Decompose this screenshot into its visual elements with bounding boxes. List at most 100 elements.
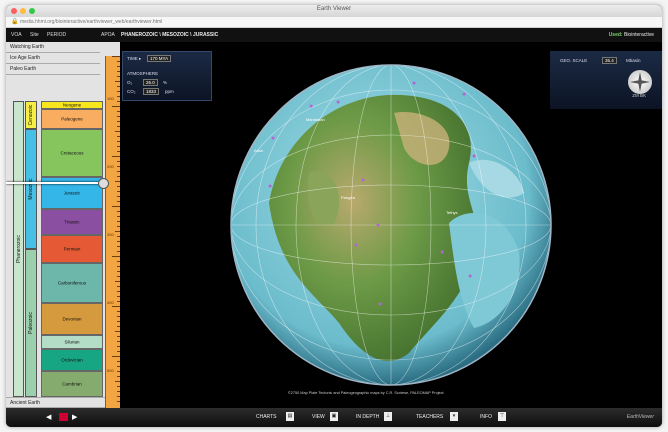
eon-label: Phanerozoic	[15, 235, 22, 263]
ruler-tick	[117, 166, 120, 167]
menu-item-voa[interactable]: VOA	[11, 32, 22, 38]
info-icon[interactable]: ⊤	[498, 412, 506, 421]
fossil-marker-icon[interactable]: ●	[378, 301, 382, 308]
ruler-tick	[115, 231, 120, 232]
ruler-tick	[112, 106, 120, 107]
era-cenozoic[interactable]: Cenozoic	[25, 101, 37, 129]
fossil-marker-icon[interactable]: ●	[472, 153, 476, 160]
ruler-tick	[115, 181, 120, 182]
url-text[interactable]: media.hhmi.org/biointeractive/earthviewe…	[20, 19, 162, 25]
prev-arrow-icon[interactable]: ◀	[46, 413, 51, 421]
menu-item-period[interactable]: PERIOD	[47, 32, 66, 38]
fossil-marker-icon[interactable]: ●	[354, 242, 358, 249]
fossil-marker-icon[interactable]: ●	[309, 103, 313, 110]
ruler-tick	[117, 246, 120, 247]
paleo-globe[interactable]	[219, 53, 563, 397]
time-value[interactable]: 170 MYA	[147, 55, 172, 62]
menu-item-apoa[interactable]: APOA	[101, 32, 115, 38]
period-devonian[interactable]: Devonian	[41, 303, 103, 335]
compass-rose-icon[interactable]	[628, 70, 652, 94]
ruler-tick	[117, 126, 120, 127]
teachers-button[interactable]: TEACHERS	[416, 414, 443, 420]
period-paleogene[interactable]: Paleogene	[41, 109, 103, 129]
ruler-tick	[117, 401, 120, 402]
period-ordovician[interactable]: Ordovician	[41, 349, 103, 371]
period-carboniferous[interactable]: Carboniferous	[41, 263, 103, 303]
ruler-tick	[115, 331, 120, 332]
ruler-tick	[117, 286, 120, 287]
menu-item-site[interactable]: Site	[30, 32, 39, 38]
fossil-marker-icon[interactable]: ●	[376, 222, 380, 229]
ruler-tick	[117, 376, 120, 377]
fossil-marker-icon[interactable]: ●	[336, 99, 340, 106]
sidebar-item-ancient-earth[interactable]: Ancient Earth	[6, 397, 105, 408]
period-label: Neogene	[62, 102, 82, 108]
period-cretaceous[interactable]: Cretaceous	[41, 129, 103, 177]
ruler-tick	[117, 121, 120, 122]
era-paleozoic[interactable]: Paleozoic	[25, 249, 37, 397]
fossil-marker-icon[interactable]: ●	[361, 177, 365, 184]
ruler-tick	[117, 316, 120, 317]
ruler-label: 400	[107, 300, 114, 305]
app-brand: EarthViewer	[626, 414, 654, 420]
ruler-tick	[117, 136, 120, 137]
period-permian[interactable]: Permian	[41, 235, 103, 263]
ruler-tick	[117, 96, 120, 97]
ruler-tick	[117, 346, 120, 347]
co2-value: 1833	[143, 88, 160, 95]
fossil-marker-icon[interactable]: ●	[412, 80, 416, 87]
navigation-panel: GEO. SCALE 35.4 Mbasin ZM BK	[550, 51, 662, 109]
ruler-tick	[117, 351, 120, 352]
fossil-marker-icon[interactable]: ●	[268, 183, 272, 190]
zoom-label: ZM BK	[632, 93, 646, 98]
ruler-tick	[117, 301, 120, 302]
view-button[interactable]: VIEW	[312, 414, 325, 420]
charts-button[interactable]: CHARTS	[256, 414, 276, 420]
ruler-tick	[117, 271, 120, 272]
time-ruler[interactable]: 100 200 300 400 500	[105, 56, 120, 408]
fossil-marker-icon[interactable]: ●	[462, 91, 466, 98]
ruler-tick	[117, 71, 120, 72]
period-neogene[interactable]: Neogene	[41, 101, 103, 109]
in-depth-icon[interactable]: ⊥	[384, 412, 392, 421]
eon-phanerozoic[interactable]: Phanerozoic	[13, 101, 24, 397]
ruler-tick	[117, 221, 120, 222]
ruler-tick	[112, 256, 120, 257]
period-cambrian[interactable]: Cambrian	[41, 371, 103, 397]
sidebar-item-watching-earth[interactable]: Watching Earth	[6, 42, 100, 53]
ruler-tick	[117, 291, 120, 292]
address-bar[interactable]: 🔒 media.hhmi.org/biointeractive/earthvie…	[6, 17, 662, 28]
ruler-tick	[117, 196, 120, 197]
ruler-tick	[117, 201, 120, 202]
view-icon[interactable]: ▣	[330, 412, 338, 421]
period-silurian[interactable]: Silurian	[41, 335, 103, 349]
ruler-tick	[115, 131, 120, 132]
time-slider-handle[interactable]	[98, 178, 109, 189]
time-slider-line[interactable]	[6, 182, 106, 184]
o2-unit: %	[163, 80, 168, 85]
geo-scale-value[interactable]: 35.4	[602, 57, 617, 64]
breadcrumb: PHANEROZOIC \ MESOZOIC \ JURASSIC	[121, 32, 219, 38]
pause-button[interactable]	[59, 413, 68, 421]
geo-scale-unit: Mbasin	[626, 58, 641, 63]
ruler-tick	[117, 251, 120, 252]
ruler-tick	[117, 226, 120, 227]
ruler-tick	[117, 171, 120, 172]
fossil-marker-icon[interactable]: ●	[440, 249, 444, 256]
era-label: Cenozoic	[28, 104, 34, 126]
next-arrow-icon[interactable]: ▶	[72, 413, 77, 421]
era-mesozoic[interactable]: Mesozoic	[25, 129, 37, 249]
teachers-icon[interactable]: ▾	[450, 412, 458, 421]
info-button[interactable]: INFO	[480, 414, 492, 420]
ruler-tick	[112, 156, 120, 157]
fossil-marker-icon[interactable]: ●	[468, 273, 472, 280]
globe-label: Atlan	[254, 148, 264, 153]
globe-label: Pangea	[341, 195, 355, 200]
in-depth-button[interactable]: IN DEPTH	[356, 414, 379, 420]
ruler-label: 500	[107, 368, 114, 373]
period-triassic[interactable]: Triassic	[41, 209, 103, 235]
sidebar-item-ice-age-earth[interactable]: Ice Age Earth	[6, 53, 100, 64]
charts-icon[interactable]: ▤	[286, 412, 294, 421]
fossil-marker-icon[interactable]: ●	[271, 135, 275, 142]
sidebar-item-paleo-earth[interactable]: Paleo Earth	[6, 64, 100, 75]
